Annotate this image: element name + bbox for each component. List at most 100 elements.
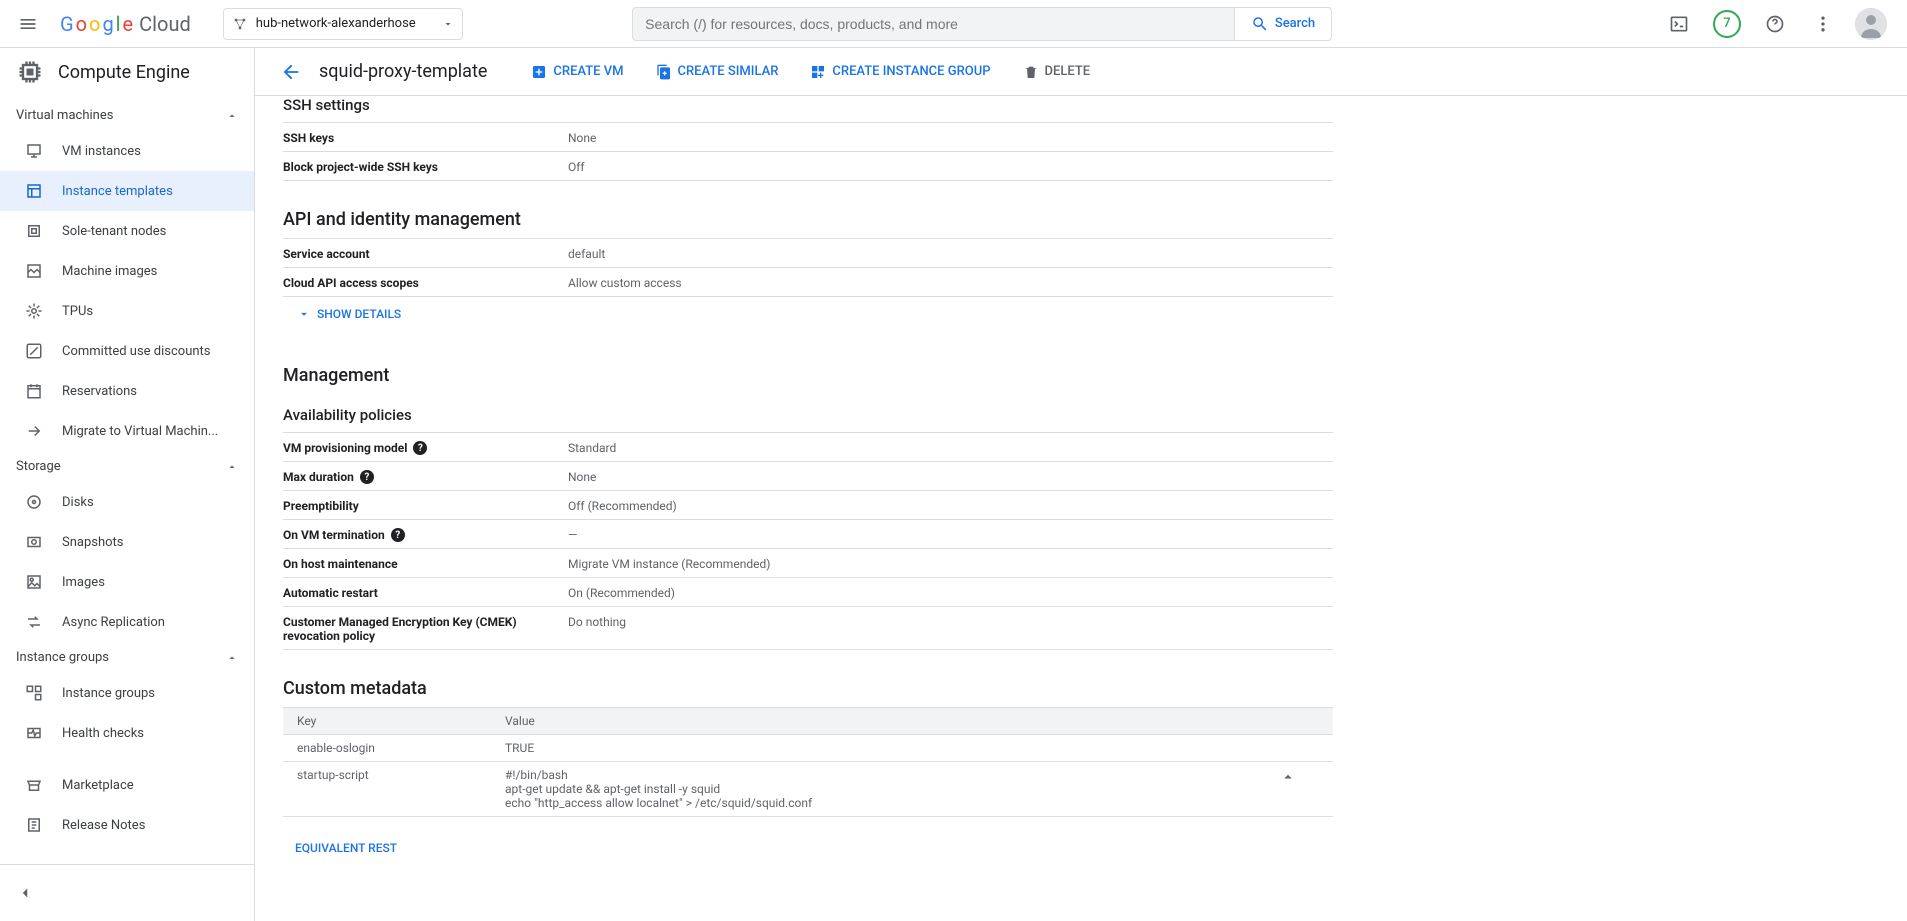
search-button[interactable]: Search — [1234, 7, 1332, 41]
project-picker[interactable]: hub-network-alexanderhose — [223, 8, 463, 40]
trash-icon — [1023, 64, 1039, 80]
migrate-icon — [24, 421, 44, 441]
row-block-ssh: Block project-wide SSH keys Off — [283, 152, 1333, 181]
nav-reservations[interactable]: Reservations — [0, 371, 254, 411]
collapse-sidebar-button[interactable] — [0, 873, 254, 913]
nav-instance-templates[interactable]: Instance templates — [0, 171, 254, 211]
search-input[interactable] — [632, 7, 1234, 41]
row-preemptibility: Preemptibility Off (Recommended) — [283, 491, 1333, 520]
tpu-icon — [24, 301, 44, 321]
nav-migrate[interactable]: Migrate to Virtual Machin... — [0, 411, 254, 451]
back-button[interactable] — [271, 52, 311, 92]
chevron-up-icon — [226, 110, 238, 122]
nav-tpus[interactable]: TPUs — [0, 291, 254, 331]
metadata-row: enable-oslogin TRUE — [283, 735, 1333, 762]
groups-icon — [24, 683, 44, 703]
nav-group-vm[interactable]: Virtual machines — [0, 100, 254, 131]
page-title: squid-proxy-template — [319, 61, 487, 82]
api-table: Service account default Cloud API access… — [283, 238, 1333, 297]
compute-engine-icon — [16, 58, 44, 86]
async-icon — [24, 612, 44, 632]
nav-instance-groups[interactable]: Instance groups — [0, 673, 254, 713]
row-on-termination: On VM termination? — — [283, 520, 1333, 549]
reservation-icon — [24, 381, 44, 401]
ssh-table: SSH keys None Block project-wide SSH key… — [283, 122, 1333, 181]
more-icon[interactable] — [1803, 4, 1843, 44]
chevron-down-icon — [297, 307, 311, 321]
account-avatar[interactable] — [1851, 4, 1891, 44]
row-max-duration: Max duration? None — [283, 462, 1333, 491]
sidebar-title: Compute Engine — [58, 62, 190, 83]
nav-disks[interactable]: Disks — [0, 482, 254, 522]
nav-group-instance-groups[interactable]: Instance groups — [0, 642, 254, 673]
group-add-icon — [810, 64, 826, 80]
help-icon[interactable]: ? — [413, 441, 427, 455]
row-access-scopes: Cloud API access scopes Allow custom acc… — [283, 268, 1333, 297]
content: SSH settings SSH keys None Block project… — [255, 96, 1907, 921]
create-similar-button[interactable]: CREATE SIMILAR — [644, 54, 791, 90]
main: squid-proxy-template CREATE VM CREATE SI… — [255, 48, 1907, 921]
nav-release-notes[interactable]: Release Notes — [0, 805, 254, 845]
cloud-shell-icon[interactable] — [1659, 4, 1699, 44]
add-box-icon — [531, 64, 547, 80]
show-details-button[interactable]: SHOW DETAILS — [283, 297, 401, 321]
nav-marketplace[interactable]: Marketplace — [0, 765, 254, 805]
chevron-up-icon — [226, 461, 238, 473]
sole-tenant-icon — [24, 221, 44, 241]
nav-sole-tenant[interactable]: Sole-tenant nodes — [0, 211, 254, 251]
topbar-right-icons: 7 — [1659, 4, 1899, 44]
nav-async[interactable]: Async Replication — [0, 602, 254, 642]
nav-group-storage[interactable]: Storage — [0, 451, 254, 482]
copy-add-icon — [656, 64, 672, 80]
nav-committed[interactable]: Committed use discounts — [0, 331, 254, 371]
row-cmek: Customer Managed Encryption Key (CMEK) r… — [283, 607, 1333, 650]
create-instance-group-button[interactable]: CREATE INSTANCE GROUP — [798, 54, 1002, 90]
menu-icon[interactable] — [8, 4, 48, 44]
metadata-header: Key Value — [283, 707, 1333, 735]
chevron-left-icon — [16, 884, 34, 902]
sidebar: Compute Engine Virtual machines VM insta… — [0, 48, 255, 921]
row-service-account: Service account default — [283, 239, 1333, 268]
help-icon[interactable]: ? — [391, 528, 405, 542]
project-name: hub-network-alexanderhose — [256, 16, 416, 31]
availability-table: VM provisioning model? Standard Max dura… — [283, 432, 1333, 650]
sidebar-nav: Virtual machines VM instances Instance t… — [0, 96, 254, 864]
metadata-row: startup-script #!/bin/bash apt-get updat… — [283, 762, 1333, 817]
row-host-maintenance: On host maintenance Migrate VM instance … — [283, 549, 1333, 578]
snapshot-icon — [24, 532, 44, 552]
vm-icon — [24, 141, 44, 161]
health-icon — [24, 723, 44, 743]
row-ssh-keys: SSH keys None — [283, 123, 1333, 152]
metadata-table: Key Value enable-oslogin TRUE startup-sc… — [283, 707, 1333, 817]
row-auto-restart: Automatic restart On (Recommended) — [283, 578, 1333, 607]
image-icon — [24, 572, 44, 592]
section-availability: Availability policies — [283, 406, 1879, 424]
action-bar: squid-proxy-template CREATE VM CREATE SI… — [255, 48, 1907, 96]
sidebar-header[interactable]: Compute Engine — [0, 48, 254, 96]
discount-icon — [24, 341, 44, 361]
equivalent-rest-button[interactable]: EQUIVALENT REST — [283, 841, 397, 855]
help-icon[interactable] — [1755, 4, 1795, 44]
section-ssh: SSH settings — [283, 96, 1879, 114]
collapse-row-button[interactable] — [1279, 768, 1319, 786]
create-vm-button[interactable]: CREATE VM — [519, 54, 635, 90]
nav-snapshots[interactable]: Snapshots — [0, 522, 254, 562]
marketplace-icon — [24, 775, 44, 795]
sidebar-footer — [0, 864, 254, 921]
search-container: Search — [632, 7, 1332, 41]
search-icon — [1251, 15, 1269, 33]
chevron-down-icon — [442, 18, 454, 30]
delete-button[interactable]: DELETE — [1011, 54, 1103, 90]
row-provisioning: VM provisioning model? Standard — [283, 433, 1333, 462]
notifications-badge[interactable]: 7 — [1707, 4, 1747, 44]
google-cloud-logo[interactable]: Google Cloud — [60, 12, 191, 36]
nav-health-checks[interactable]: Health checks — [0, 713, 254, 753]
template-icon — [24, 181, 44, 201]
machine-image-icon — [24, 261, 44, 281]
section-management: Management — [283, 365, 1879, 386]
chevron-up-icon — [1279, 768, 1297, 786]
help-icon[interactable]: ? — [360, 470, 374, 484]
nav-vm-instances[interactable]: VM instances — [0, 131, 254, 171]
nav-machine-images[interactable]: Machine images — [0, 251, 254, 291]
nav-images[interactable]: Images — [0, 562, 254, 602]
